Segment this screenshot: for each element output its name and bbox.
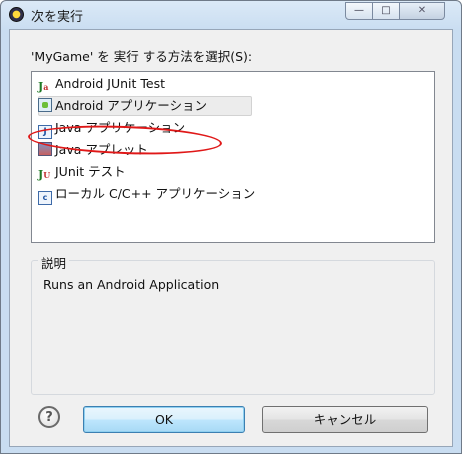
list-item-local-cpp-application[interactable]: c ローカル C/C++ アプリケーション: [38, 184, 255, 205]
description-text: Runs an Android Application: [43, 277, 220, 292]
junit-android-icon: Ja: [38, 80, 49, 93]
junit-icon: JU: [38, 168, 51, 181]
minimize-button[interactable]: —: [345, 2, 373, 20]
help-icon[interactable]: ?: [38, 406, 60, 428]
run-as-dialog: ● 次を実行 — □ ✕ 'MyGame' を 実行 する方法を選択(S): J…: [0, 0, 462, 454]
android-app-icon: [38, 98, 52, 112]
ok-button[interactable]: OK: [83, 406, 245, 433]
select-prompt: 'MyGame' を 実行 する方法を選択(S):: [31, 49, 253, 64]
title-bar[interactable]: ● 次を実行 — □ ✕: [1, 1, 461, 29]
cancel-button[interactable]: キャンセル: [262, 406, 428, 433]
dialog-body: 'MyGame' を 実行 する方法を選択(S): Ja Android JUni…: [9, 29, 453, 447]
list-item-android-junit-test[interactable]: Ja Android JUnit Test: [38, 74, 165, 94]
eclipse-icon: ●: [9, 7, 24, 22]
window-title: 次を実行: [31, 10, 84, 25]
list-item-android-application[interactable]: Android アプリケーション: [38, 96, 252, 116]
maximize-button[interactable]: □: [372, 2, 400, 20]
launch-type-list[interactable]: Ja Android JUnit Test Android アプリケーション JJ…: [31, 71, 435, 243]
description-title: 説明: [38, 253, 70, 272]
list-item-junit-test[interactable]: JU JUnit テスト: [38, 162, 126, 182]
close-button[interactable]: ✕: [399, 2, 445, 20]
cpp-app-icon: c: [38, 191, 52, 205]
